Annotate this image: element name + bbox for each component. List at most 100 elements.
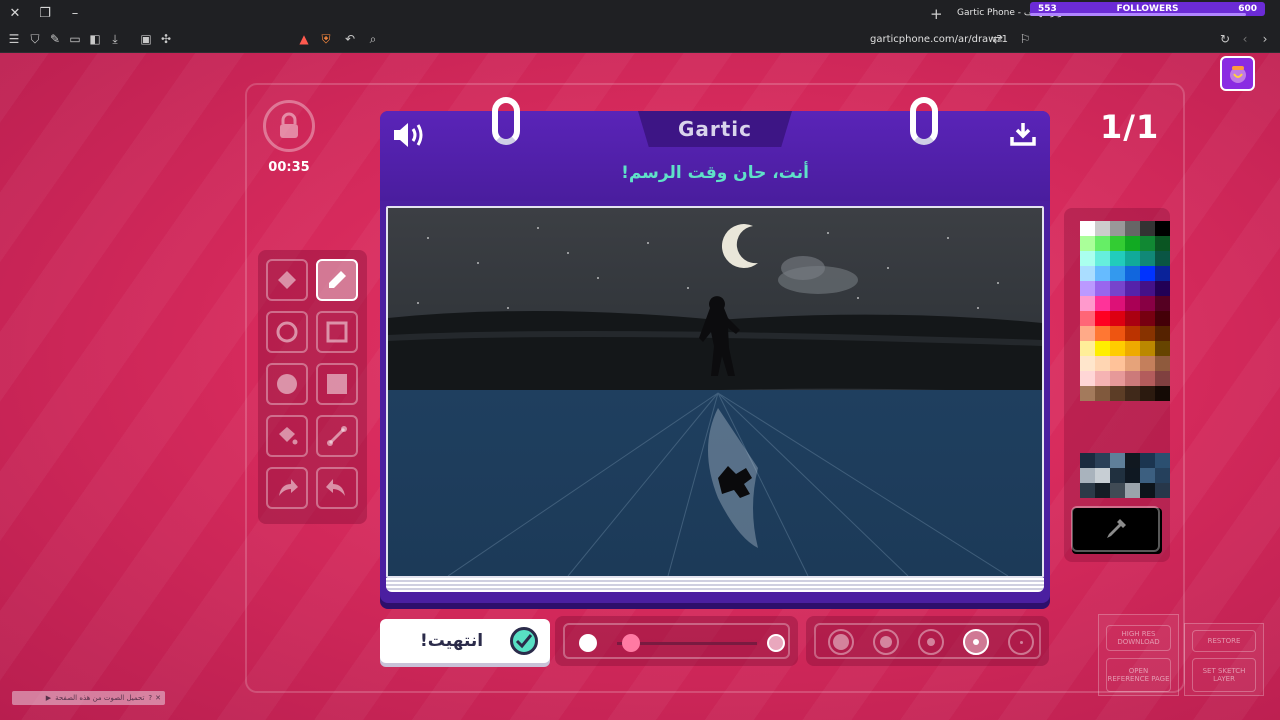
sound-button[interactable] [392,121,426,153]
brush-size-2[interactable] [873,629,899,655]
download-icon[interactable]: ⤓ [107,32,123,47]
palette-swatch-65[interactable] [1140,371,1155,386]
palette-swatch-50[interactable] [1095,341,1110,356]
recent-swatch-8[interactable] [1095,468,1110,483]
download-drawing-button[interactable] [1010,121,1036,151]
palette-swatch-13[interactable] [1080,251,1095,266]
palette-swatch-56[interactable] [1095,356,1110,371]
recent-swatch-2[interactable] [1095,453,1110,468]
circle-fill-tool[interactable] [266,363,308,405]
brush-size-4[interactable] [963,629,989,655]
palette-swatch-21[interactable] [1110,266,1125,281]
palette-swatch-3[interactable] [1110,221,1125,236]
palette-swatch-57[interactable] [1110,356,1125,371]
minimize-window-icon[interactable]: – [60,0,90,27]
palette-swatch-12[interactable] [1155,236,1170,251]
palette-swatch-40[interactable] [1125,311,1140,326]
palette-swatch-67[interactable] [1080,386,1095,401]
undo-tool[interactable] [266,467,308,509]
avatar-extension-button[interactable] [1220,56,1255,91]
url-field[interactable]: garticphone.com/ar/draw?1 [870,34,1008,45]
palette-swatch-19[interactable] [1080,266,1095,281]
palette-swatch-6[interactable] [1155,221,1170,236]
brave-shield-icon[interactable]: ⛨ [318,32,334,47]
tabs-icon[interactable]: ▭ [67,32,83,46]
zoom-icon[interactable]: ⌕ [365,32,381,47]
palette-swatch-47[interactable] [1140,326,1155,341]
palette-swatch-61[interactable] [1080,371,1095,386]
palette-swatch-15[interactable] [1110,251,1125,266]
recent-swatch-14[interactable] [1095,483,1110,498]
open-reference-page-button[interactable]: OPEN REFERENCE PAGE [1106,658,1171,692]
color-picker-button[interactable] [1071,506,1160,552]
palette-swatch-68[interactable] [1095,386,1110,401]
palette-swatch-14[interactable] [1095,251,1110,266]
palette-swatch-53[interactable] [1140,341,1155,356]
palette-swatch-71[interactable] [1140,386,1155,401]
palette-swatch-63[interactable] [1110,371,1125,386]
palette-swatch-54[interactable] [1155,341,1170,356]
palette-swatch-34[interactable] [1125,296,1140,311]
palette-swatch-27[interactable] [1110,281,1125,296]
bookmark-icon[interactable]: ⚐ [1017,32,1033,46]
palette-swatch-48[interactable] [1155,326,1170,341]
palette-swatch-17[interactable] [1140,251,1155,266]
screenshot-icon[interactable]: ▣ [138,32,154,46]
recent-swatch-9[interactable] [1110,468,1125,483]
palette-swatch-55[interactable] [1080,356,1095,371]
notice-play-icon[interactable]: ▶ [46,694,51,702]
palette-swatch-59[interactable] [1140,356,1155,371]
palette-swatch-5[interactable] [1140,221,1155,236]
recent-swatch-18[interactable] [1155,483,1170,498]
restore-window-icon[interactable]: ❐ [30,0,60,27]
high-res-download-button[interactable]: HIGH RES DOWNLOAD [1106,625,1171,651]
palette-swatch-49[interactable] [1080,341,1095,356]
palette-swatch-46[interactable] [1125,326,1140,341]
palette-swatch-8[interactable] [1095,236,1110,251]
palette-swatch-26[interactable] [1095,281,1110,296]
palette-swatch-42[interactable] [1155,311,1170,326]
opacity-slider-thumb[interactable] [622,634,640,652]
recent-swatch-3[interactable] [1110,453,1125,468]
palette-swatch-11[interactable] [1140,236,1155,251]
audio-notice-bar[interactable]: ✕ ? تحميل الصوت من هذه الصفحة ▶ [12,691,165,705]
palette-swatch-39[interactable] [1110,311,1125,326]
palette-swatch-24[interactable] [1155,266,1170,281]
palette-swatch-52[interactable] [1125,341,1140,356]
palette-swatch-22[interactable] [1125,266,1140,281]
palette-swatch-28[interactable] [1125,281,1140,296]
palette-swatch-30[interactable] [1155,281,1170,296]
recent-swatch-5[interactable] [1140,453,1155,468]
menu-icon[interactable]: ☰ [6,32,22,46]
recent-swatch-1[interactable] [1080,453,1095,468]
redo-tool[interactable] [316,467,358,509]
circle-outline-tool[interactable] [266,311,308,353]
palette-swatch-37[interactable] [1080,311,1095,326]
palette-swatch-43[interactable] [1080,326,1095,341]
recent-swatch-16[interactable] [1125,483,1140,498]
back-icon[interactable]: ‹ [1237,32,1253,46]
palette-swatch-1[interactable] [1080,221,1095,236]
recent-swatch-11[interactable] [1140,468,1155,483]
sidebar-icon[interactable]: ◧ [87,32,103,46]
palette-swatch-70[interactable] [1125,386,1140,401]
palette-swatch-60[interactable] [1155,356,1170,371]
palette-swatch-18[interactable] [1155,251,1170,266]
eraser-tool[interactable] [266,259,308,301]
palette-swatch-31[interactable] [1080,296,1095,311]
palette-swatch-33[interactable] [1110,296,1125,311]
palette-swatch-36[interactable] [1155,296,1170,311]
palette-swatch-2[interactable] [1095,221,1110,236]
recent-swatch-6[interactable] [1155,453,1170,468]
recent-swatch-17[interactable] [1140,483,1155,498]
notice-close-icon[interactable]: ✕ [155,694,161,702]
notice-help-icon[interactable]: ? [148,694,152,702]
palette-swatch-20[interactable] [1095,266,1110,281]
bucket-tool[interactable] [266,415,308,457]
restore-button[interactable]: RESTORE [1192,630,1256,652]
recent-swatch-15[interactable] [1110,483,1125,498]
palette-swatch-62[interactable] [1095,371,1110,386]
palette-swatch-44[interactable] [1095,326,1110,341]
palette-swatch-35[interactable] [1140,296,1155,311]
palette-swatch-41[interactable] [1140,311,1155,326]
